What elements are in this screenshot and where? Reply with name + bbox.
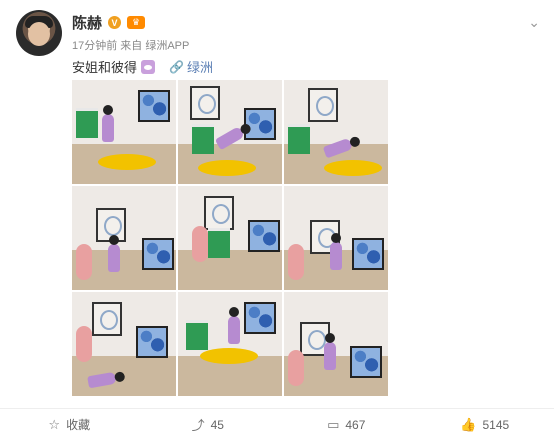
photo-boxes: [76, 108, 98, 138]
thumbs-up-icon: 👍: [460, 416, 477, 432]
post-meta: 17分钟前 来自 绿洲APP: [72, 40, 190, 52]
oasis-link[interactable]: 🔗 绿洲: [169, 57, 213, 76]
share-icon: ⤴: [191, 418, 205, 433]
photo-bear: [288, 244, 304, 280]
photo-boxes: [192, 124, 214, 154]
photo-bear: [76, 326, 92, 362]
photo-canvas: [308, 88, 338, 122]
favorite-label: 收藏: [66, 418, 91, 432]
photo-rug: [324, 160, 382, 176]
photo-5[interactable]: [178, 186, 282, 290]
comment-count: 467: [345, 417, 366, 432]
photo-girl: [330, 233, 342, 270]
photo-rug: [98, 154, 156, 170]
photo-girl: [324, 333, 336, 370]
username[interactable]: 陈赫: [72, 12, 102, 33]
name-row: 陈赫 V ♛: [72, 12, 146, 33]
favorite-button[interactable]: ☆ 收藏: [0, 409, 139, 440]
like-count: 5145: [482, 417, 510, 432]
star-icon: ☆: [48, 416, 61, 432]
photo-girl: [108, 235, 120, 272]
comment-icon: ▭: [327, 416, 340, 432]
link-icon: 🔗: [169, 59, 184, 74]
photo-painting: [136, 326, 168, 358]
photo-2[interactable]: [178, 80, 282, 184]
photo-boxes: [186, 320, 208, 350]
photo-rug: [198, 160, 256, 176]
photo-painting: [248, 220, 280, 252]
photo-6[interactable]: [284, 186, 388, 290]
action-bar: ☆ 收藏 ⤴ 45 ▭ 467 👍 5145: [0, 408, 554, 440]
photo-painting: [142, 238, 174, 270]
avatar[interactable]: [16, 10, 62, 56]
photo-boxes: [208, 228, 230, 258]
photo-canvas: [92, 302, 122, 336]
photo-9[interactable]: [284, 292, 388, 396]
post-text: 安姐和彼得: [72, 60, 138, 75]
avatar-face: [28, 22, 50, 46]
photo-painting: [350, 346, 382, 378]
photo-painting: [138, 90, 170, 122]
verified-icon: V: [108, 16, 122, 29]
photo-canvas: [204, 196, 234, 230]
photo-painting: [244, 302, 276, 334]
member-crown-icon: ♛: [127, 16, 146, 29]
photo-painting: [352, 238, 384, 270]
photo-girl: [102, 105, 114, 142]
photo-1[interactable]: [72, 80, 176, 184]
photo-bear: [76, 244, 92, 280]
emoji-icon: [141, 59, 156, 74]
repost-count: 45: [210, 417, 224, 432]
photo-bear: [192, 226, 208, 262]
like-button[interactable]: 👍 5145: [416, 409, 554, 440]
chevron-down-icon[interactable]: ⌄: [528, 14, 540, 31]
photo-4[interactable]: [72, 186, 176, 290]
photo-canvas: [190, 86, 220, 120]
photo-girl: [228, 307, 240, 344]
comment-button[interactable]: ▭ 467: [277, 409, 416, 440]
photo-3[interactable]: [284, 80, 388, 184]
photo-rug: [200, 348, 258, 364]
photo-bear: [288, 350, 304, 386]
post-content: 安姐和彼得 🔗 绿洲: [72, 57, 213, 76]
photo-8[interactable]: [178, 292, 282, 396]
photo-grid: [72, 80, 388, 396]
photo-7[interactable]: [72, 292, 176, 396]
link-label: 绿洲: [186, 60, 213, 75]
photo-boxes: [288, 124, 310, 154]
repost-button[interactable]: ⤴ 45: [139, 409, 278, 440]
